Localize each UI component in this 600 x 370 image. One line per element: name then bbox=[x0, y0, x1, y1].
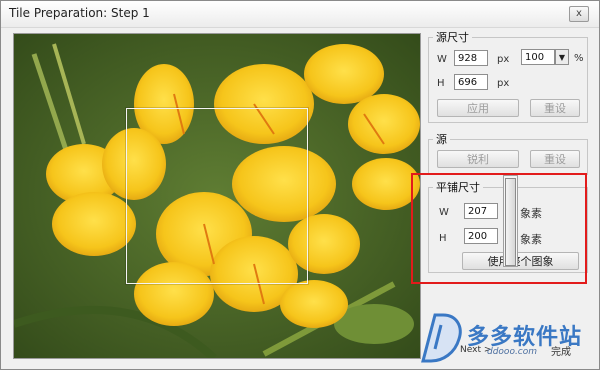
highlight-annotation-box bbox=[411, 173, 587, 284]
percent-select[interactable]: 100 bbox=[521, 49, 555, 65]
sharpen-button[interactable]: 锐利 bbox=[437, 150, 519, 168]
source-reset-button[interactable]: 重设 bbox=[530, 99, 580, 117]
percent-sign: % bbox=[574, 53, 584, 64]
window-title: Tile Preparation: Step 1 bbox=[9, 6, 150, 20]
close-icon: x bbox=[576, 8, 582, 19]
source-group-label: 源 bbox=[433, 131, 450, 147]
source-width-field[interactable]: 928 bbox=[454, 50, 488, 66]
source-size-group-label: 源尺寸 bbox=[433, 29, 472, 45]
source-height-unit: px bbox=[497, 78, 510, 89]
source-height-label: H bbox=[437, 78, 445, 89]
source-width-unit: px bbox=[497, 54, 510, 65]
title-bar: Tile Preparation: Step 1 x bbox=[1, 1, 599, 28]
percent-dropdown-button[interactable]: ▼ bbox=[555, 49, 569, 65]
tile-selection-rectangle[interactable] bbox=[126, 108, 308, 284]
tile-preparation-window: Tile Preparation: Step 1 x 源尺寸 W 928 px … bbox=[0, 0, 600, 370]
watermark-logo-icon bbox=[421, 313, 462, 363]
sharpen-reset-button[interactable]: 重设 bbox=[530, 150, 580, 168]
apply-button[interactable]: 应用 bbox=[437, 99, 519, 117]
image-preview[interactable] bbox=[13, 33, 421, 359]
watermark-url: ddooo.com bbox=[487, 347, 538, 357]
chevron-down-icon: ▼ bbox=[558, 53, 566, 62]
source-height-field[interactable]: 696 bbox=[454, 74, 488, 90]
source-width-label: W bbox=[437, 54, 447, 65]
close-button[interactable]: x bbox=[569, 6, 589, 22]
